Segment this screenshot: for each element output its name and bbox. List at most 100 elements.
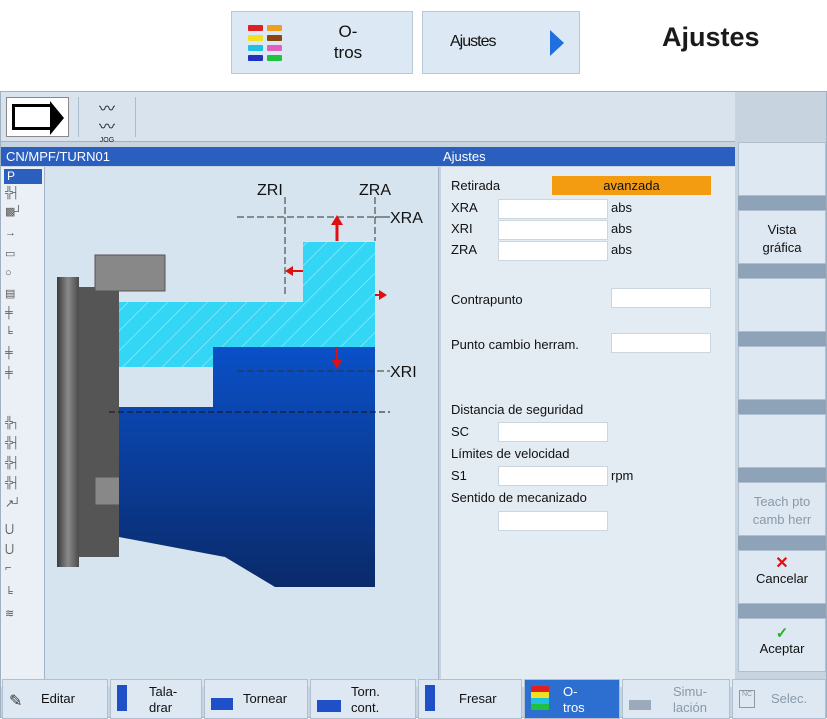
softkey-empty-1[interactable] bbox=[738, 142, 826, 196]
cancelar-label: Cancelar bbox=[755, 571, 809, 586]
simulacion-label: Simu- lación bbox=[673, 684, 707, 715]
distancia-label: Distancia de seguridad bbox=[451, 402, 584, 417]
nc-file-icon: NC bbox=[739, 690, 755, 708]
teach-pto-button[interactable]: Teach pto camb herr bbox=[738, 482, 826, 536]
step-icon[interactable]: ╬ ┤ bbox=[5, 437, 33, 449]
step-icon[interactable]: ╬ ┤ bbox=[5, 187, 33, 199]
step-icon[interactable]: ▩ ┘ bbox=[5, 205, 33, 218]
softkey-empty-2[interactable] bbox=[738, 278, 826, 332]
otros-label: O- tros bbox=[563, 684, 585, 715]
jog-label: JOG bbox=[99, 137, 115, 144]
step-icon[interactable]: ⌐ bbox=[5, 562, 33, 574]
turning-icon bbox=[211, 698, 233, 710]
setup-diagram: ZRI ZRA XRA XRI bbox=[45, 167, 439, 687]
tornear-button[interactable]: Tornear bbox=[204, 679, 308, 719]
zra-field[interactable] bbox=[498, 241, 608, 261]
taladrar-label: Tala- drar bbox=[149, 684, 178, 715]
step-icon[interactable]: ≋ bbox=[5, 607, 33, 620]
xri-field-label: XRI bbox=[451, 221, 473, 236]
zra-unit: abs bbox=[611, 242, 632, 257]
step-icon[interactable]: ○ bbox=[5, 267, 33, 279]
step-icon[interactable]: ▭ bbox=[5, 247, 33, 260]
chuck-body bbox=[57, 277, 79, 567]
check-icon: ✓ bbox=[775, 625, 789, 642]
otros-header-label: O- tros bbox=[333, 22, 363, 62]
panel-title: Ajustes bbox=[443, 149, 486, 164]
step-icon[interactable]: ↗ ┘ bbox=[5, 497, 33, 510]
contour-turning-icon bbox=[317, 700, 341, 712]
otros-button[interactable]: O- tros bbox=[524, 679, 620, 719]
close-icon: ✕ bbox=[775, 555, 789, 572]
aceptar-button[interactable]: ✓ Aceptar bbox=[738, 618, 826, 672]
contrapunto-label: Contrapunto bbox=[451, 292, 523, 307]
zra-field-label: ZRA bbox=[451, 242, 477, 257]
arrow-right-icon bbox=[550, 30, 564, 56]
cancelar-button[interactable]: ✕ Cancelar bbox=[738, 550, 826, 604]
sentido-field[interactable] bbox=[498, 511, 608, 531]
step-icon[interactable]: ╪ bbox=[5, 307, 33, 319]
softkey-empty-4[interactable] bbox=[738, 414, 826, 468]
xri-field[interactable] bbox=[498, 220, 608, 240]
otros-header-button[interactable]: O- tros bbox=[231, 11, 413, 74]
limites-label: Límites de velocidad bbox=[451, 446, 570, 461]
xra-unit: abs bbox=[611, 200, 632, 215]
retirada-select[interactable]: avanzada bbox=[552, 176, 711, 195]
xri-unit: abs bbox=[611, 221, 632, 236]
step-icon[interactable]: ╬ ┤ bbox=[5, 477, 33, 489]
punto-cambio-field[interactable] bbox=[611, 333, 711, 353]
ajustes-header-label: Ajustes bbox=[450, 33, 496, 50]
page-heading: Ajustes bbox=[662, 22, 760, 52]
selec-button[interactable]: NC Selec. bbox=[732, 679, 826, 719]
s1-field[interactable] bbox=[498, 466, 608, 486]
top-status-bar: 〰〰 JOG bbox=[1, 92, 735, 144]
step-icon[interactable]: ╪ bbox=[5, 347, 33, 359]
zra-label: ZRA bbox=[359, 182, 391, 199]
step-icon[interactable]: ⋃ bbox=[5, 542, 33, 555]
step-icon[interactable]: ╬ ┐ bbox=[5, 417, 33, 429]
upper-jaw bbox=[94, 254, 166, 292]
jog-mode-icon[interactable]: 〰〰 JOG bbox=[78, 97, 136, 144]
p-label: P bbox=[4, 169, 42, 184]
retirada-label: Retirada bbox=[451, 178, 501, 193]
sc-field[interactable] bbox=[498, 422, 608, 442]
xra-label: XRA bbox=[390, 210, 423, 227]
otros-color-grid-icon bbox=[248, 25, 284, 61]
program-mode-icon bbox=[6, 97, 69, 137]
finished-part bbox=[119, 347, 375, 587]
zri-label: ZRI bbox=[257, 182, 283, 199]
drill-icon bbox=[117, 685, 127, 711]
step-icon[interactable]: ▤ bbox=[5, 287, 33, 300]
setup-diagram-svg: ZRI ZRA XRA XRI bbox=[57, 182, 423, 587]
punto-cambio-label: Punto cambio herram. bbox=[451, 337, 579, 352]
step-icon[interactable]: ╘ bbox=[5, 327, 33, 339]
taladrar-button[interactable]: Tala- drar bbox=[110, 679, 202, 719]
fresar-button[interactable]: Fresar bbox=[418, 679, 522, 719]
torn-cont-button[interactable]: Torn. cont. bbox=[310, 679, 416, 719]
editar-button[interactable]: ✎ Editar bbox=[2, 679, 108, 719]
ajustes-form: Retirada avanzada XRA abs XRI abs ZRA ab… bbox=[441, 167, 735, 687]
contrapunto-field[interactable] bbox=[611, 288, 711, 308]
jog-wave-icon: 〰〰 bbox=[98, 101, 115, 136]
ajustes-header-button[interactable]: Ajustes bbox=[422, 11, 580, 74]
softkey-empty-3[interactable] bbox=[738, 346, 826, 400]
step-icon[interactable]: ⋃ bbox=[5, 522, 33, 535]
step-icon[interactable]: ╬ ┤ bbox=[5, 457, 33, 469]
step-icon[interactable]: → bbox=[5, 227, 33, 239]
chuck-face bbox=[79, 287, 119, 557]
tornear-label: Tornear bbox=[243, 691, 288, 706]
sc-label: SC bbox=[451, 424, 470, 439]
step-icon[interactable]: ╘ bbox=[5, 587, 33, 599]
hmi-screen: 〰〰 JOG CN/MPF/TURN01 Ajustes P ╬ ┤ ▩ ┘ →… bbox=[0, 91, 827, 718]
simulacion-button[interactable]: Simu- lación bbox=[622, 679, 730, 719]
torn-cont-label: Torn. cont. bbox=[351, 684, 380, 715]
fresar-label: Fresar bbox=[459, 691, 497, 706]
aceptar-label: Aceptar bbox=[759, 641, 805, 656]
editar-label: Editar bbox=[41, 691, 75, 706]
program-step-strip: P ╬ ┤ ▩ ┘ → ▭ ○ ▤ ╪ ╘ ╪ ╪ ╬ ┐ ╬ ┤ ╬ ┤ ╬ … bbox=[1, 167, 45, 687]
vista-grafica-button[interactable]: Vista gráfica bbox=[738, 210, 826, 264]
step-icon[interactable]: ╪ bbox=[5, 367, 33, 379]
xra-field[interactable] bbox=[498, 199, 608, 219]
selec-label: Selec. bbox=[771, 691, 808, 706]
pencil-icon: ✎ bbox=[9, 693, 23, 710]
title-bar: CN/MPF/TURN01 Ajustes bbox=[1, 147, 735, 166]
